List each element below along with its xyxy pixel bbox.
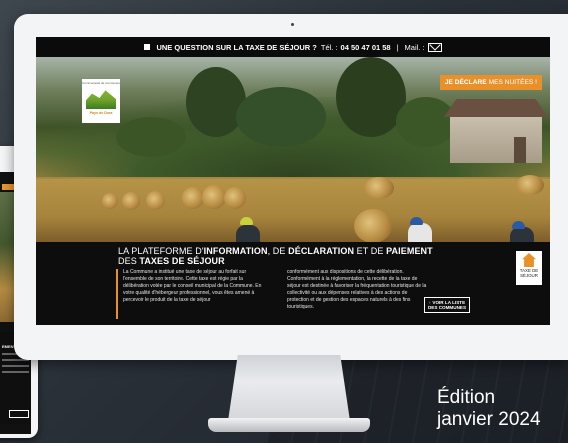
mail-icon[interactable] xyxy=(427,42,442,52)
topbar-separator: | xyxy=(396,42,399,52)
info-section: LA PLATEFORME D'INFORMATION, DE DÉCLARAT… xyxy=(36,242,550,325)
hero-image: JE DÉCLARE MES NUITÉES ! Communauté de c… xyxy=(36,57,550,242)
accent-bar xyxy=(116,269,118,319)
logo-name: Pays de Dora xyxy=(89,111,113,115)
imac-stand-base xyxy=(208,418,370,432)
edition-line-2: janvier 2024 xyxy=(437,409,541,430)
badge-label: TAXE DE SÉJOUR xyxy=(519,268,539,278)
arrow-icon: › xyxy=(428,299,431,305)
imac-screen: UNE QUESTION SUR LA TAXE DE SÉJOUR ? Tél… xyxy=(36,37,550,325)
logo-graphic xyxy=(86,90,116,109)
declare-nights-button[interactable]: JE DÉCLARE MES NUITÉES ! xyxy=(439,75,542,90)
topbar-question: UNE QUESTION SUR LA TAXE DE SÉJOUR ? xyxy=(156,42,317,52)
tablet-communes-button[interactable] xyxy=(9,410,29,418)
farmhouse xyxy=(450,115,542,163)
edition-caption: Édition janvier 2024 xyxy=(437,387,541,431)
info-paragraph-1: La Commune a institué une taxe de séjour… xyxy=(123,269,262,303)
declare-bold: JE DÉCLARE xyxy=(444,79,487,86)
camera xyxy=(291,23,294,26)
info-paragraph-2: conformément aux dispositions de cette d… xyxy=(287,269,427,310)
page-title: LA PLATEFORME D'INFORMATION, DE DÉCLARAT… xyxy=(118,246,433,266)
contact-topbar: UNE QUESTION SUR LA TAXE DE SÉJOUR ? Tél… xyxy=(36,37,550,57)
tel-number[interactable]: 04 50 47 01 58 xyxy=(341,43,391,52)
edition-line-1: Édition xyxy=(437,387,496,408)
house-icon xyxy=(522,253,536,267)
declare-rest: MES NUITÉES ! xyxy=(488,79,537,86)
logo[interactable]: Communauté de communes Pays de Dora xyxy=(82,79,120,123)
logo-top-text: Communauté de communes xyxy=(82,81,120,85)
imac-stand xyxy=(228,355,350,421)
communes-list-button[interactable]: › VOIR LA LISTE DES COMMUNES xyxy=(424,297,470,313)
tax-badge[interactable]: TAXE DE SÉJOUR xyxy=(516,251,542,285)
square-icon xyxy=(144,44,151,50)
tel-label: Tél. : xyxy=(320,42,338,52)
mail-label: Mail. : xyxy=(404,42,425,52)
